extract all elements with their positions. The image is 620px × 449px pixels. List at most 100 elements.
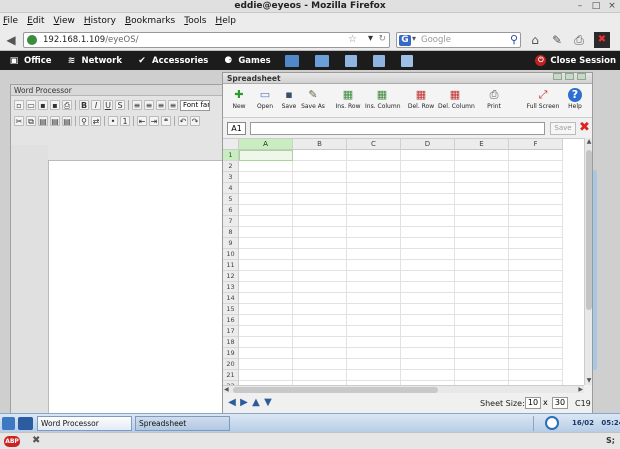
google-engine-icon[interactable]: G	[399, 35, 411, 46]
row-header[interactable]: 18	[223, 337, 239, 348]
grid-cell[interactable]	[293, 370, 347, 381]
grid-cell[interactable]	[401, 150, 455, 161]
grid-cell[interactable]	[239, 249, 293, 260]
toolbar-button-print[interactable]: ⎙ Print	[477, 86, 511, 110]
grid-cell[interactable]	[239, 315, 293, 326]
grid-cell[interactable]	[293, 348, 347, 359]
grid-cell[interactable]	[401, 194, 455, 205]
spreadsheet-window[interactable]: Spreadsheet ✚ New ▭ Open ▪ Save ✎ Save As ▦ Ins. …	[222, 72, 593, 414]
grid-cell[interactable]	[509, 172, 563, 183]
grid-cell[interactable]	[239, 205, 293, 216]
redo-icon[interactable]: ↷	[190, 116, 200, 126]
grid-cell[interactable]	[401, 238, 455, 249]
grid-cell[interactable]	[239, 260, 293, 271]
grid-cell[interactable]	[455, 172, 509, 183]
menu-view[interactable]: View	[54, 16, 75, 26]
document-icon[interactable]	[344, 54, 357, 67]
spreadsheet-grid[interactable]: ABCDEF 1 2 3 4 5 6 7 8 9 10 11 12 13 14 15 16 17 18 19 20 21…	[223, 138, 584, 385]
addons-icon[interactable]: ✎	[549, 32, 565, 48]
grid-cell[interactable]	[509, 337, 563, 348]
eyeos-menu-games[interactable]: ⚈ Games	[222, 55, 270, 67]
grid-cell[interactable]	[347, 238, 401, 249]
grid-cell[interactable]	[239, 370, 293, 381]
row-header[interactable]: 11	[223, 260, 239, 271]
close-session-button[interactable]: ⏻ Close Session	[535, 51, 616, 70]
window-close-button[interactable]	[577, 73, 586, 80]
abp-toolbar-icon[interactable]: ✖	[594, 32, 610, 48]
clock-icon[interactable]	[545, 416, 559, 430]
bold-icon[interactable]: B	[79, 100, 89, 110]
find-icon[interactable]: ⚲	[79, 116, 89, 126]
grid-cell[interactable]	[293, 238, 347, 249]
grid-cell[interactable]	[347, 282, 401, 293]
align-center-icon[interactable]: ≡	[144, 100, 154, 110]
row-header[interactable]: 1	[223, 150, 239, 161]
row-header[interactable]: 17	[223, 326, 239, 337]
grid-cell[interactable]	[509, 161, 563, 172]
grid-cell[interactable]	[347, 227, 401, 238]
indent-icon[interactable]: ⇥	[149, 116, 159, 126]
save-doc-icon[interactable]: ▪	[38, 100, 48, 110]
menu-tools[interactable]: Tools	[184, 16, 206, 26]
eyeos-menu-accessories[interactable]: ✔ Accessories	[136, 55, 208, 67]
grid-cell[interactable]	[239, 337, 293, 348]
grid-corner[interactable]	[223, 139, 239, 150]
grid-cell[interactable]	[347, 172, 401, 183]
grid-cell[interactable]	[347, 326, 401, 337]
grid-cell[interactable]	[455, 282, 509, 293]
grid-cell[interactable]	[239, 348, 293, 359]
formula-save-button[interactable]: Save	[550, 122, 576, 135]
grid-cell[interactable]	[293, 271, 347, 282]
nav-up-icon[interactable]: ▲	[251, 398, 261, 408]
row-header[interactable]: 2	[223, 161, 239, 172]
cut-icon[interactable]: ✂	[14, 116, 24, 126]
grid-cell[interactable]	[509, 183, 563, 194]
calendar-icon[interactable]	[400, 54, 413, 67]
grid-cell[interactable]	[239, 150, 293, 161]
strikethrough-icon[interactable]: S	[115, 100, 125, 110]
grid-cell[interactable]	[455, 348, 509, 359]
show-desktop-icon[interactable]	[2, 417, 15, 430]
grid-cell[interactable]	[509, 359, 563, 370]
close-icon[interactable]: ×	[606, 0, 618, 12]
grid-cell[interactable]	[401, 260, 455, 271]
grid-cell[interactable]	[293, 172, 347, 183]
column-header[interactable]: E	[455, 139, 509, 150]
grid-cell[interactable]	[401, 227, 455, 238]
formula-input[interactable]	[250, 122, 545, 135]
row-header[interactable]: 21	[223, 370, 239, 381]
font-family-select[interactable]: Font fam	[180, 99, 210, 111]
paste-text-icon[interactable]: ▤	[50, 116, 60, 126]
column-header[interactable]: A	[239, 139, 293, 150]
grid-cell[interactable]	[347, 183, 401, 194]
paste-word-icon[interactable]: ▤	[62, 116, 72, 126]
eyeos-menu-network[interactable]: ≋ Network	[66, 55, 122, 67]
grid-cell[interactable]	[455, 359, 509, 370]
grid-cell[interactable]	[293, 282, 347, 293]
scroll-down-icon[interactable]: ▼	[585, 377, 593, 385]
home-folder-icon[interactable]	[314, 54, 329, 67]
horizontal-scroll-thumb[interactable]	[233, 387, 438, 393]
grid-cell[interactable]	[401, 337, 455, 348]
column-header[interactable]: B	[293, 139, 347, 150]
grid-cell[interactable]	[293, 304, 347, 315]
grid-cell[interactable]	[509, 249, 563, 260]
grid-cell[interactable]	[509, 282, 563, 293]
grid-cell[interactable]	[347, 216, 401, 227]
align-left-icon[interactable]: ≡	[132, 100, 142, 110]
grid-cell[interactable]	[293, 183, 347, 194]
menu-file[interactable]: File	[3, 16, 18, 26]
grid-cell[interactable]	[239, 216, 293, 227]
toolbar-button-save-as[interactable]: ✎ Save As	[296, 86, 330, 110]
wp-document-page[interactable]	[48, 160, 238, 420]
grid-cell[interactable]	[509, 194, 563, 205]
grid-cell[interactable]	[509, 205, 563, 216]
adblock-icon[interactable]: ABP	[4, 436, 20, 447]
grid-cell[interactable]	[509, 326, 563, 337]
grid-cell[interactable]	[509, 348, 563, 359]
grid-cell[interactable]	[509, 227, 563, 238]
grid-cell[interactable]	[347, 304, 401, 315]
window-maximize-button[interactable]	[565, 73, 574, 80]
row-header[interactable]: 13	[223, 282, 239, 293]
url-bar[interactable]: 192.168.1.109/eyeOS/ ☆ ▾ ↻	[23, 32, 390, 48]
